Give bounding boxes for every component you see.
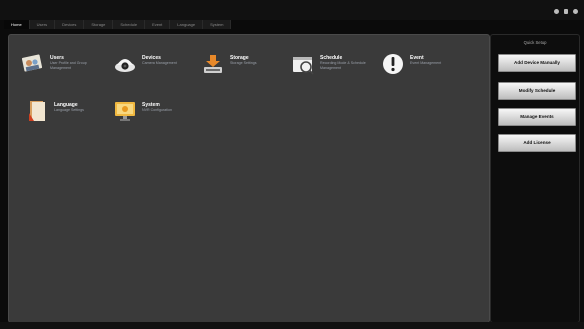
info-icon[interactable] xyxy=(554,9,559,14)
tab-devices[interactable]: Devices xyxy=(55,20,85,29)
add-license-button[interactable]: Add License xyxy=(498,134,576,152)
tile-schedule[interactable]: Schedule Recording Mode & Schedule Manag… xyxy=(291,52,372,76)
tile-subtitle: NVR Configuration xyxy=(142,108,172,112)
bottom-bar xyxy=(0,322,584,329)
top-bar xyxy=(0,0,584,20)
tile-devices[interactable]: Devices Camera Management xyxy=(113,52,194,76)
tile-subtitle: Language Settings xyxy=(54,108,84,112)
tab-event[interactable]: Event xyxy=(145,20,171,29)
add-device-manually-button[interactable]: Add Device Manually xyxy=(498,54,576,72)
tab-schedule[interactable]: Schedule xyxy=(113,20,146,29)
tab-system[interactable]: System xyxy=(203,20,232,29)
camera-icon xyxy=(115,59,135,72)
tab-home[interactable]: Home xyxy=(4,20,30,29)
tile-language[interactable]: Language Language Settings xyxy=(25,99,106,123)
tile-subtitle: Event Management xyxy=(410,61,442,65)
window-controls xyxy=(554,9,578,14)
tile-subtitle: Camera Management xyxy=(142,61,177,65)
tile-subtitle: User Profile and Group Management xyxy=(50,61,87,70)
storage-icon xyxy=(204,55,222,73)
schedule-icon xyxy=(293,57,314,75)
tile-users[interactable]: Users User Profile and Group Management xyxy=(21,52,102,76)
document-icon[interactable] xyxy=(564,9,568,14)
quick-setup-panel: Quick Setup Add Device Manually Modify S… xyxy=(490,34,580,323)
modify-schedule-button[interactable]: Modify Schedule xyxy=(498,82,576,100)
tile-subtitle: Recording Mode & Schedule Management xyxy=(320,61,366,70)
quick-setup-title: Quick Setup xyxy=(523,40,547,45)
tile-system[interactable]: System NVR Configuration xyxy=(113,99,194,123)
home-panel: Users User Profile and Group Management … xyxy=(8,34,490,323)
tab-language[interactable]: Language xyxy=(170,20,204,29)
tile-event[interactable]: Event Event Management xyxy=(381,52,462,76)
tab-users[interactable]: Users xyxy=(29,20,56,29)
language-icon xyxy=(29,101,45,121)
manage-events-button[interactable]: Manage Events xyxy=(498,108,576,126)
users-icon xyxy=(21,54,43,72)
event-icon xyxy=(383,54,403,74)
tile-subtitle: Storage Settings xyxy=(230,61,257,65)
tile-storage[interactable]: Storage Storage Settings xyxy=(201,52,282,76)
system-icon xyxy=(115,102,135,121)
power-icon[interactable] xyxy=(573,9,578,14)
tab-bar: Home Users Devices Storage Schedule Even… xyxy=(4,20,232,29)
tab-storage[interactable]: Storage xyxy=(84,20,114,29)
